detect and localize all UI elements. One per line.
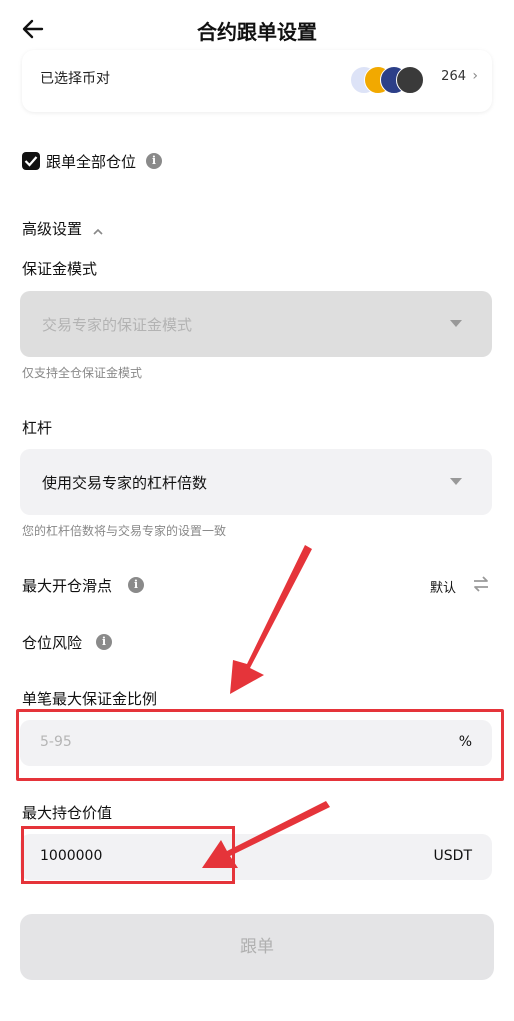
annotation-arrows xyxy=(202,545,330,868)
annotation-arrow xyxy=(230,545,312,694)
annotation-arrow xyxy=(202,801,330,868)
